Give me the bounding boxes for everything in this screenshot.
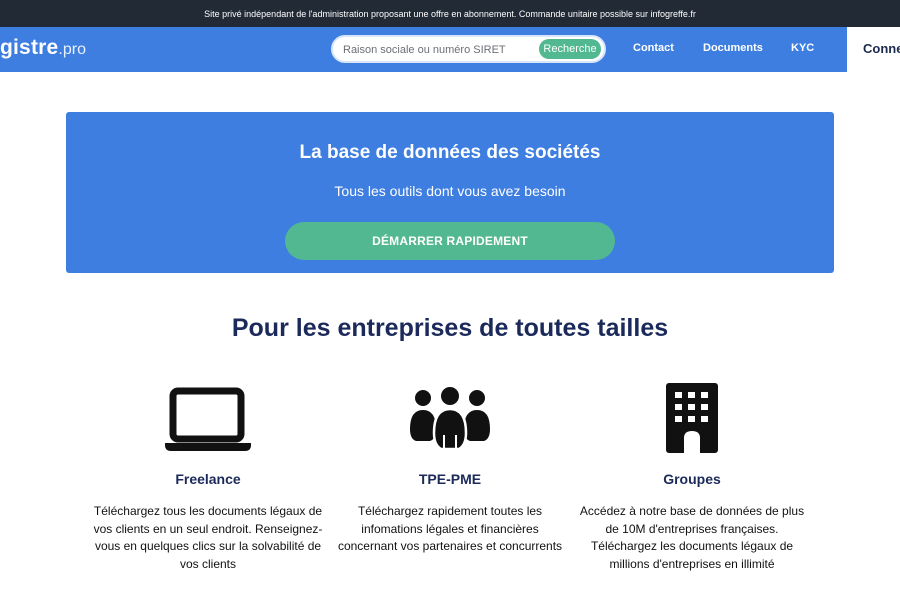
site-logo[interactable]: gistre.pro (0, 36, 86, 60)
get-started-button[interactable]: DÉMARRER RAPIDEMENT (285, 222, 615, 260)
nav-kyc-link[interactable]: KYC (791, 42, 814, 54)
feature-title: Freelance (175, 471, 241, 487)
search-button[interactable]: Recherche (539, 39, 601, 59)
laptop-icon (165, 387, 251, 451)
search-bar: Recherche (331, 35, 606, 63)
section-title: Pour les entreprises de toutes tailles (231, 314, 669, 342)
nav-contact-link[interactable]: Contact (633, 42, 674, 54)
login-button[interactable]: Connexion (847, 27, 900, 72)
hero-title: La base de données des sociétés (299, 142, 601, 163)
logo-suffix: .pro (58, 41, 86, 58)
hero-subtitle: Tous les outils dont vous avez besoin (334, 183, 566, 199)
feature-groupes: Groupes Accédez à notre base de données … (572, 383, 812, 571)
feature-freelance: Freelance Téléchargez tous les documents… (88, 383, 328, 571)
nav-documents-link[interactable]: Documents (703, 42, 763, 54)
feature-tpe-pme: TPE-PME Téléchargez rapidement toutes le… (330, 383, 570, 553)
building-icon (666, 383, 718, 453)
feature-title: TPE-PME (418, 471, 482, 487)
feature-description: Téléchargez tous les documents légaux de… (93, 504, 323, 571)
top-notice-text: Site privé indépendant de l'administrati… (204, 8, 696, 19)
search-input[interactable] (343, 41, 533, 59)
main-navbar: gistre.pro Recherche Contact Documents K… (0, 27, 900, 72)
login-label: Connexion (863, 41, 900, 56)
feature-description: Accédez à notre base de données de plus … (579, 504, 805, 571)
feature-title: Groupes (663, 471, 721, 487)
logo-text: gistre (0, 36, 59, 59)
hero-banner: La base de données des sociétés Tous les… (66, 112, 834, 273)
feature-description: Téléchargez rapidement toutes les infoma… (337, 504, 563, 553)
top-notice-bar: Site privé indépendant de l'administrati… (0, 0, 900, 27)
group-icon (410, 387, 490, 451)
